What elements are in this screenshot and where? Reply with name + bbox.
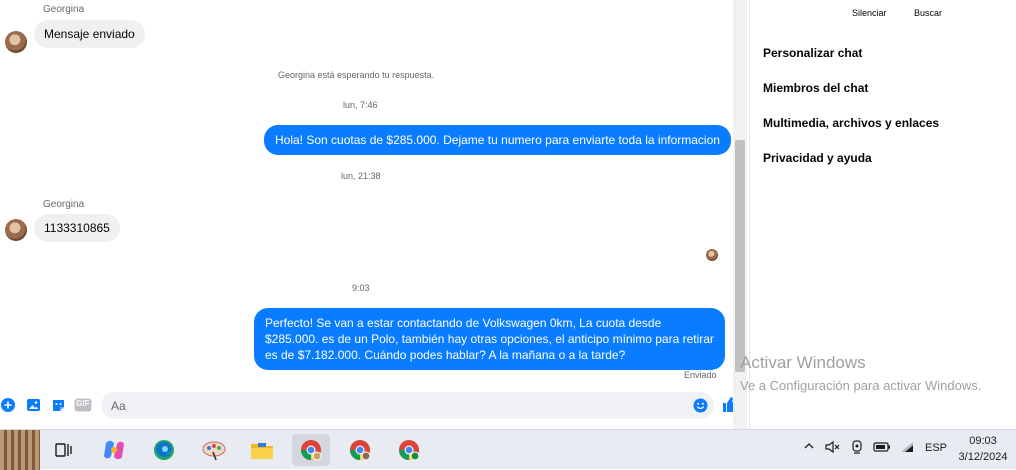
sidebar-item-customize-chat[interactable]: Personalizar chat bbox=[763, 46, 862, 60]
avatar[interactable] bbox=[5, 31, 27, 53]
task-view-icon[interactable] bbox=[45, 434, 83, 466]
gif-icon[interactable]: GIF bbox=[74, 397, 92, 413]
message-composer: GIF bbox=[0, 390, 738, 422]
chrome-icon[interactable] bbox=[292, 434, 330, 466]
plus-icon[interactable] bbox=[0, 397, 16, 413]
battery-icon[interactable] bbox=[873, 440, 891, 457]
messenger-window: Georgina Mensaje enviado Georgina está e… bbox=[0, 0, 1016, 429]
clock-date: 3/12/2024 bbox=[958, 451, 1008, 463]
outgoing-message[interactable]: Perfecto! Se van a estar contactando de … bbox=[254, 308, 725, 370]
chat-thread: Georgina Mensaje enviado Georgina está e… bbox=[0, 0, 738, 429]
paint-icon[interactable] bbox=[195, 434, 233, 466]
timestamp: lun, 21:38 bbox=[341, 171, 381, 181]
copilot-icon[interactable] bbox=[95, 434, 133, 466]
chrome-icon[interactable] bbox=[341, 434, 379, 466]
language-indicator[interactable]: ESP bbox=[925, 442, 947, 454]
timestamp: lun, 7:46 bbox=[343, 100, 378, 110]
wifi-icon[interactable] bbox=[899, 440, 915, 457]
timestamp: 9:03 bbox=[352, 283, 370, 293]
clock-time: 09:03 bbox=[969, 435, 997, 447]
sidebar-item-chat-members[interactable]: Miembros del chat bbox=[763, 81, 868, 95]
sender-name: Georgina bbox=[43, 199, 85, 210]
sender-name: Georgina bbox=[43, 4, 85, 15]
webcam-icon[interactable] bbox=[850, 440, 864, 457]
message-input[interactable] bbox=[101, 392, 661, 419]
activation-watermark-title: Activar Windows bbox=[740, 353, 866, 372]
windows-taskbar: ESP 09:03 3/12/2024 bbox=[0, 429, 1016, 470]
volume-muted-icon[interactable] bbox=[825, 440, 841, 457]
sidebar-item-privacy-support[interactable]: Privacidad y ayuda bbox=[763, 151, 872, 165]
activation-watermark-subtitle: Ve a Configuración para activar Windows. bbox=[740, 378, 982, 393]
read-receipt-avatar bbox=[706, 249, 718, 261]
file-explorer-icon[interactable] bbox=[243, 434, 281, 466]
chevron-up-icon[interactable] bbox=[803, 440, 815, 455]
sticker-icon[interactable] bbox=[50, 397, 66, 413]
scroll-thumb[interactable] bbox=[735, 140, 745, 372]
edge-icon[interactable] bbox=[145, 434, 183, 466]
taskbar-clock[interactable]: 09:03 3/12/2024 bbox=[953, 433, 1013, 465]
message-input-box bbox=[101, 392, 714, 419]
waiting-notice: Georgina está esperando tu respuesta. bbox=[278, 70, 435, 80]
image-icon[interactable] bbox=[25, 397, 41, 413]
incoming-message[interactable]: 1133310865 bbox=[34, 214, 120, 242]
incoming-message[interactable]: Mensaje enviado bbox=[34, 20, 145, 48]
gif-label: GIF bbox=[76, 399, 90, 408]
outgoing-message[interactable]: Hola! Son cuotas de $285.000. Dejame tu … bbox=[264, 125, 731, 155]
mute-button-label[interactable]: Silenciar bbox=[852, 8, 887, 18]
chrome-icon[interactable] bbox=[390, 434, 428, 466]
wallpaper-thumbnail[interactable] bbox=[0, 430, 40, 470]
emoji-icon[interactable] bbox=[693, 398, 708, 418]
delivery-status: Enviado bbox=[684, 370, 717, 380]
avatar[interactable] bbox=[5, 219, 27, 241]
search-button-label[interactable]: Buscar bbox=[914, 8, 942, 18]
sidebar-item-media-files-links[interactable]: Multimedia, archivos y enlaces bbox=[763, 116, 939, 130]
